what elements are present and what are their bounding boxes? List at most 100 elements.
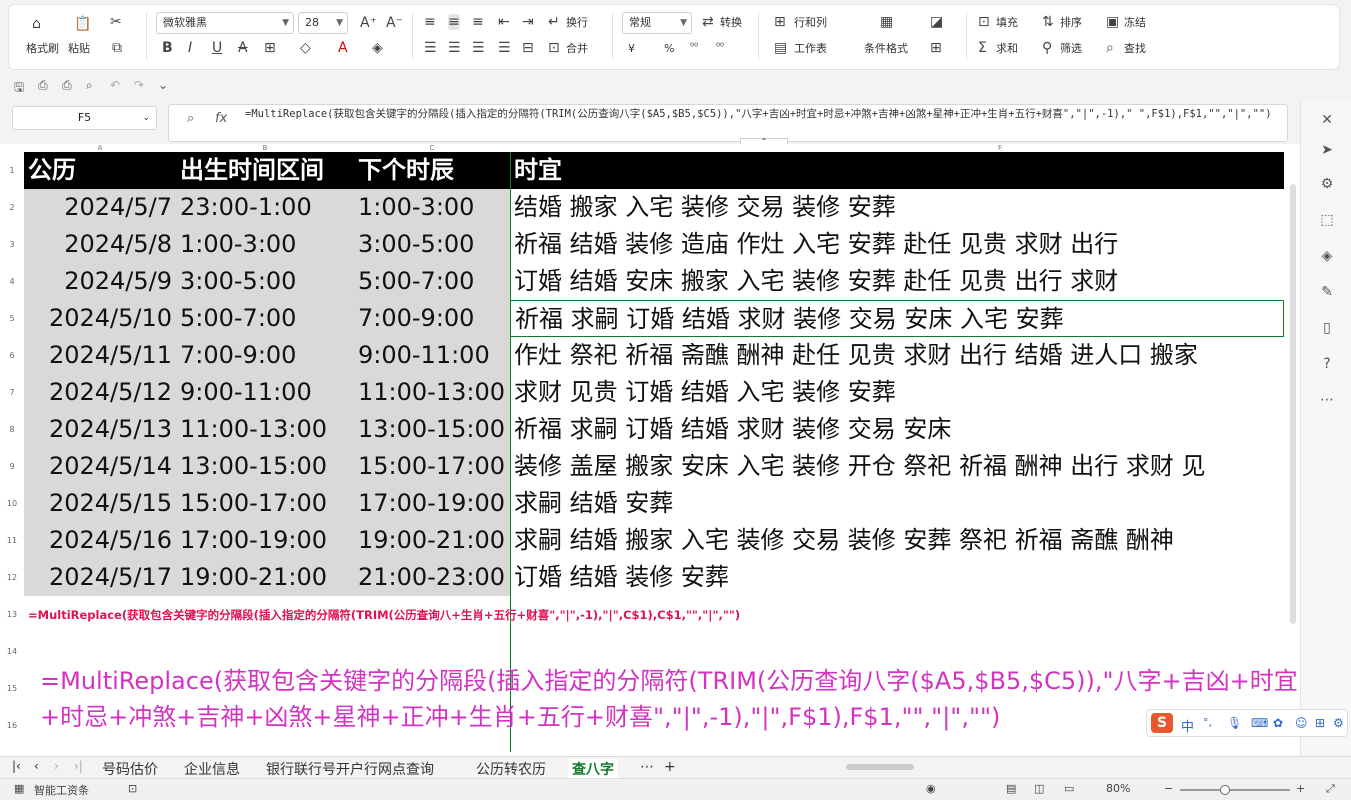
print-icon[interactable]: ⎙ xyxy=(62,78,72,93)
underline-icon[interactable]: U xyxy=(212,40,222,56)
first-sheet-icon[interactable]: |‹ xyxy=(12,759,21,773)
row13-formula-text[interactable]: =MultiReplace(获取包含关键字的分隔段(插入指定的分隔符(TRIM(… xyxy=(28,607,740,623)
table-cell[interactable]: 2024/5/17 xyxy=(24,559,176,596)
table-cell[interactable]: 1:00-3:00 xyxy=(176,226,354,263)
align-right-icon[interactable]: ☰ xyxy=(472,40,485,56)
selected-cell[interactable]: 祈福 求嗣 订婚 结婚 求财 装修 交易 安床 入宅 安葬 xyxy=(510,300,1284,337)
print-preview-icon[interactable]: ⌕ xyxy=(86,78,93,93)
more-icon[interactable]: ⋯ xyxy=(1317,392,1337,408)
decrease-font-icon[interactable]: A⁻ xyxy=(386,15,403,31)
tools-icon[interactable]: ✎ xyxy=(1317,284,1337,300)
border-icon[interactable]: ⊞ xyxy=(264,40,276,56)
bold-icon[interactable]: B xyxy=(162,40,173,56)
row-header[interactable]: 7 xyxy=(0,374,24,411)
close-icon[interactable]: ✕ xyxy=(1317,112,1337,128)
table-cell[interactable]: 2024/5/7 xyxy=(24,189,176,226)
header-cell[interactable]: 出生时间区间 xyxy=(176,152,354,189)
frame-icon[interactable]: ⬚ xyxy=(1317,212,1337,228)
italic-icon[interactable]: I xyxy=(188,40,192,56)
format-painter-icon[interactable]: ⌂ xyxy=(32,16,41,32)
cell-style-icon[interactable]: ◪ xyxy=(930,14,943,30)
more-sheets-icon[interactable]: ⋯ xyxy=(640,759,654,775)
format-painter-button[interactable]: 格式刷 xyxy=(26,42,59,56)
table-cell[interactable]: 2024/5/12 xyxy=(24,374,176,411)
paste-button[interactable]: 粘贴 xyxy=(68,42,90,56)
merge-icon[interactable]: ⊡ xyxy=(548,40,560,56)
align-middle-icon[interactable]: ≡ xyxy=(448,14,460,30)
convert-icon[interactable]: ⇄ xyxy=(702,14,714,30)
worksheet-icon[interactable]: ▤ xyxy=(774,40,787,56)
table-cell[interactable]: 2024/5/16 xyxy=(24,522,176,559)
table-cell[interactable]: 订婚 结婚 安床 搬家 入宅 装修 安葬 赴任 见贵 出行 求财 xyxy=(510,263,1284,300)
settings-icon[interactable]: ⚙ xyxy=(1317,176,1337,192)
freeze-icon[interactable]: ▣ xyxy=(1106,14,1119,30)
zoom-level[interactable]: 80% xyxy=(1106,782,1130,795)
table-cell[interactable]: 19:00-21:00 xyxy=(176,559,354,596)
indent-decrease-icon[interactable]: ⇤ xyxy=(498,14,510,30)
font-color-icon[interactable]: A xyxy=(338,40,348,56)
zoom-slider[interactable] xyxy=(1180,785,1290,795)
font-name-select[interactable]: 微软雅黑 ▼ xyxy=(156,12,294,34)
font-size-select[interactable]: 28 ▼ xyxy=(298,12,348,34)
table-cell[interactable]: 祈福 求嗣 订婚 结婚 求财 装修 交易 安床 xyxy=(510,411,1284,448)
row-header[interactable]: 10 xyxy=(0,485,24,522)
table-cell[interactable]: 17:00-19:00 xyxy=(354,485,510,522)
align-left-icon[interactable]: ☰ xyxy=(424,40,437,56)
status-app-name[interactable]: 智能工资条 xyxy=(34,782,89,798)
eye-icon[interactable]: ◉ xyxy=(926,782,936,795)
table-cell[interactable]: 2024/5/13 xyxy=(24,411,176,448)
sort-button[interactable]: 排序 xyxy=(1060,16,1082,30)
strikethrough-icon[interactable]: A xyxy=(238,40,248,56)
table-cell[interactable]: 5:00-7:00 xyxy=(176,300,354,337)
row-col-icon[interactable]: ⊞ xyxy=(774,14,786,30)
table-cell[interactable]: 15:00-17:00 xyxy=(354,448,510,485)
vertical-scrollbar[interactable] xyxy=(1290,184,1296,624)
table-cell[interactable]: 3:00-5:00 xyxy=(176,263,354,300)
gear-icon[interactable]: ⚙ xyxy=(1333,716,1344,730)
table-cell[interactable]: 装修 盖屋 搬家 安床 入宅 装修 开仓 祭祀 祈福 酬神 出行 求财 见 xyxy=(510,448,1284,485)
increase-font-icon[interactable]: A⁺ xyxy=(360,15,377,31)
sheet-tab[interactable]: 银行联行号开户行网点查询 xyxy=(266,759,434,779)
indent-increase-icon[interactable]: ⇥ xyxy=(522,14,534,30)
table-cell[interactable]: 2024/5/10 xyxy=(24,300,176,337)
formula-input[interactable]: =MultiReplace(获取包含关键字的分隔段(插入指定的分隔符(TRIM(… xyxy=(245,107,1275,121)
decimal-decrease-icon[interactable]: ⁰⁰ xyxy=(716,40,724,56)
header-cell[interactable]: 公历 xyxy=(24,152,176,189)
cut-icon[interactable]: ✂ xyxy=(110,14,122,30)
currency-button[interactable]: ¥ xyxy=(628,42,635,56)
punctuation-icon[interactable]: °, xyxy=(1203,716,1212,729)
grid-icon[interactable]: ⊞ xyxy=(1315,716,1325,730)
undo-icon[interactable]: ↶ xyxy=(110,78,120,92)
table-cell[interactable]: 9:00-11:00 xyxy=(176,374,354,411)
clear-format-icon[interactable]: ◈ xyxy=(372,40,383,56)
row-header[interactable]: 12 xyxy=(0,559,24,596)
fx-icon[interactable]: fx xyxy=(215,111,227,126)
sheet-tab[interactable]: 号码估价 xyxy=(102,759,158,779)
table-cell[interactable]: 23:00-1:00 xyxy=(176,189,354,226)
table-cell[interactable]: 15:00-17:00 xyxy=(176,485,354,522)
prev-sheet-icon[interactable]: ‹ xyxy=(34,759,39,773)
skin-icon[interactable]: ✿ xyxy=(1273,716,1283,730)
column-header-b[interactable]: B xyxy=(176,144,354,152)
fill-icon[interactable]: ⊡ xyxy=(978,14,990,30)
merge-button[interactable]: 合并 xyxy=(566,42,588,56)
table-cell[interactable]: 1:00-3:00 xyxy=(354,189,510,226)
table-cell[interactable]: 19:00-21:00 xyxy=(354,522,510,559)
table-cell[interactable]: 11:00-13:00 xyxy=(354,374,510,411)
ime-toolbar[interactable]: S 中 °, 🎙 ⌨ ✿ ☺ ⊞ ⚙ xyxy=(1146,709,1348,737)
table-cell[interactable]: 2024/5/11 xyxy=(24,337,176,374)
fullscreen-icon[interactable]: ⤢ xyxy=(1326,782,1335,796)
zoom-icon[interactable]: ⌕ xyxy=(187,111,194,126)
row-header[interactable]: 16 xyxy=(0,707,24,744)
worksheet-button[interactable]: 工作表 xyxy=(794,42,827,56)
cond-format-icon[interactable]: ▦ xyxy=(880,14,893,30)
table-cell[interactable]: 作灶 祭祀 祈福 斋醮 酬神 赴任 见贵 求财 出行 结婚 进人口 搬家 xyxy=(510,337,1284,374)
name-box[interactable]: F5 ⌄ xyxy=(12,106,157,130)
table-cell[interactable]: 2024/5/15 xyxy=(24,485,176,522)
column-header-f[interactable]: F xyxy=(510,144,1300,152)
save-icon[interactable]: 🖫 xyxy=(14,78,24,99)
row-header[interactable]: 5 xyxy=(0,300,24,337)
keyboard-icon[interactable]: ⌨ xyxy=(1251,716,1268,730)
mic-icon[interactable]: 🎙 xyxy=(1227,716,1242,730)
table-cell[interactable]: 求嗣 结婚 搬家 入宅 装修 交易 装修 安葬 祭祀 祈福 斋醮 酬神 xyxy=(510,522,1284,559)
